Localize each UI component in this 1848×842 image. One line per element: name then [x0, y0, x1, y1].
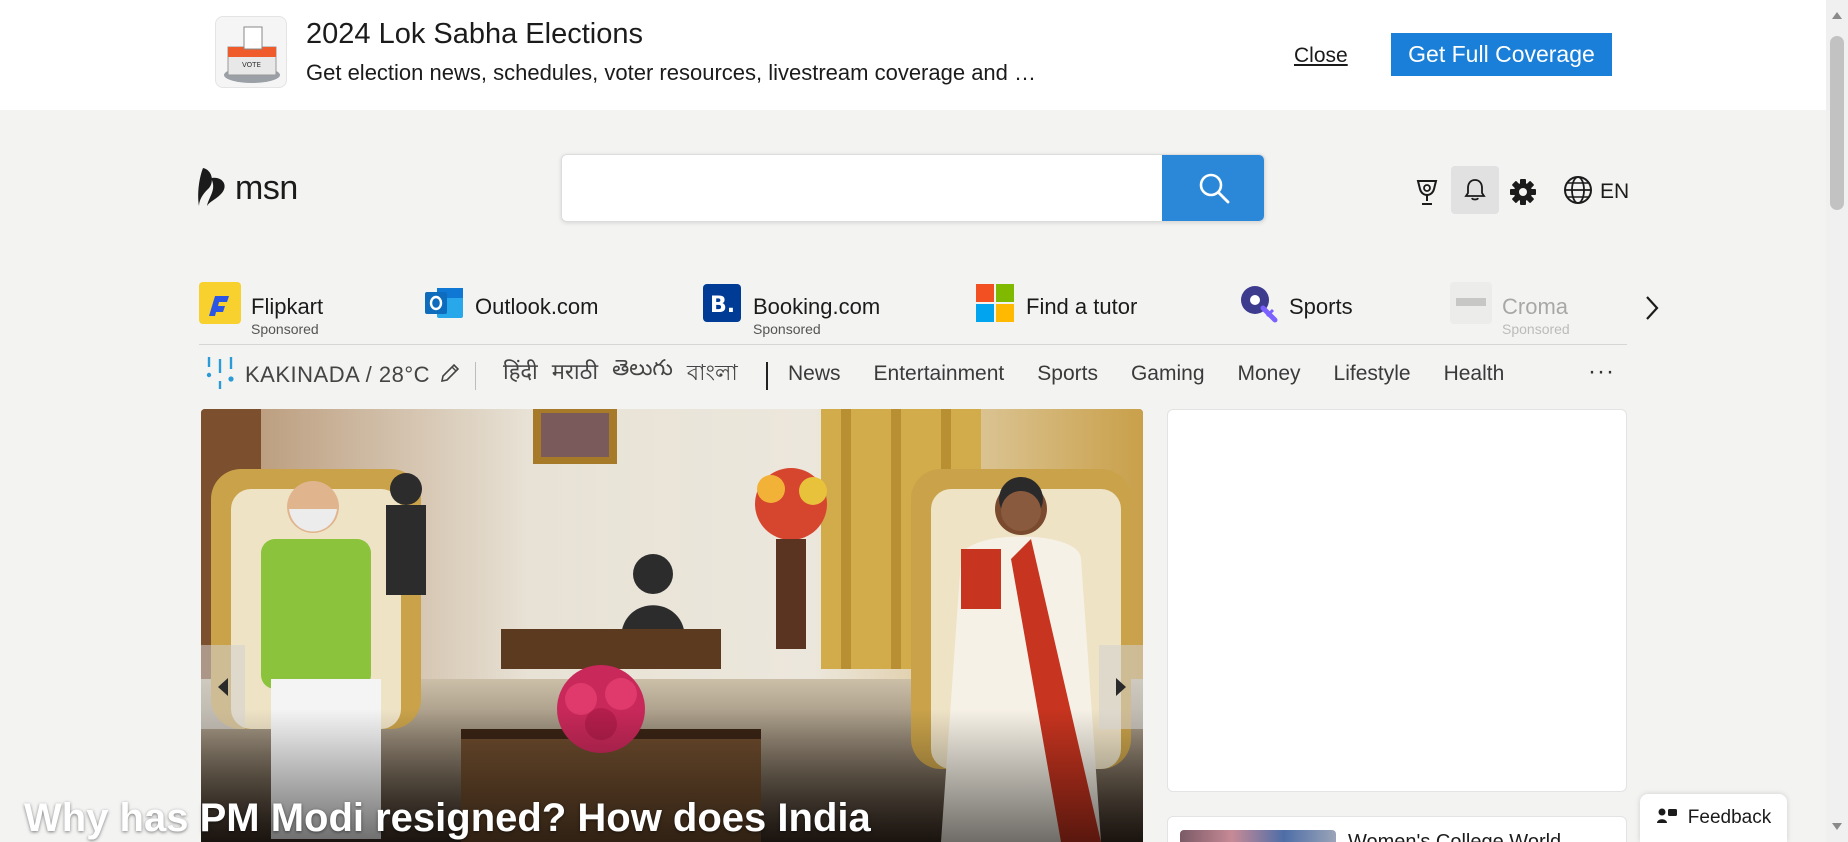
arrow-left-icon[interactable] [201, 645, 245, 729]
language-selector[interactable]: EN [1562, 172, 1629, 212]
croma-icon [1450, 282, 1492, 324]
nav-link-news[interactable]: News [788, 362, 841, 386]
pencil-icon[interactable] [438, 361, 462, 390]
quick-links-bar: Flipkart Sponsored Outlook.com B. Bookin… [199, 282, 1627, 340]
language-link-marathi[interactable]: मराठी [552, 356, 598, 393]
flipkart-icon [199, 282, 241, 324]
notifications-bell-icon[interactable] [1451, 166, 1499, 214]
category-nav: KAKINADA / 28°C हिंदी मराठी తెలుగు বাংলা… [199, 352, 1627, 398]
search-icon [1197, 171, 1231, 208]
search-input[interactable] [562, 155, 1162, 221]
banner-title: 2024 Lok Sabha Elections [306, 18, 643, 50]
get-full-coverage-button[interactable]: Get Full Coverage [1391, 33, 1612, 76]
divider [199, 344, 1627, 345]
microsoft-icon [974, 282, 1016, 324]
page-scrollbar[interactable] [1826, 0, 1848, 842]
nav-link-lifestyle[interactable]: Lifestyle [1334, 362, 1411, 386]
msn-butterfly-icon [197, 164, 229, 213]
ad-panel [1167, 409, 1627, 792]
sponsored-tag: Sponsored [753, 321, 821, 337]
news-card-title: Women's College World… [1348, 831, 1582, 842]
scroll-up-arrow-icon[interactable] [1832, 12, 1842, 19]
settings-gear-icon[interactable] [1503, 172, 1543, 212]
hero-image [201, 409, 1143, 842]
search-box [561, 154, 1265, 222]
quicklink-croma[interactable]: Croma Sponsored [1450, 282, 1570, 340]
outlook-icon [423, 282, 465, 324]
news-card[interactable]: Women's College World… [1167, 816, 1627, 842]
feedback-button[interactable]: Feedback [1640, 794, 1787, 842]
arrow-right-icon[interactable] [1099, 645, 1143, 729]
nav-link-money[interactable]: Money [1238, 362, 1301, 386]
svg-text:VOTE: VOTE [242, 61, 261, 69]
separator [766, 362, 768, 390]
election-banner: VOTE 2024 Lok Sabha Elections Get electi… [0, 0, 1826, 110]
rewards-trophy-icon[interactable] [1407, 172, 1447, 212]
ballot-box-icon: VOTE [215, 16, 287, 88]
msn-brand-text: msn [235, 168, 298, 207]
separator [475, 362, 476, 390]
nav-links: News Entertainment Sports Gaming Money L… [788, 362, 1537, 386]
nav-link-health[interactable]: Health [1444, 362, 1505, 386]
globe-icon [1562, 174, 1594, 211]
msn-logo[interactable]: msn [197, 164, 298, 212]
language-link-hindi[interactable]: हिंदी [503, 356, 538, 393]
scroll-down-arrow-icon[interactable] [1832, 823, 1842, 830]
quicklink-find-a-tutor[interactable]: Find a tutor [974, 282, 1137, 340]
feedback-label: Feedback [1687, 807, 1772, 828]
weather-widget[interactable]: KAKINADA / 28°C [203, 356, 462, 394]
banner-subtitle: Get election news, schedules, voter reso… [306, 60, 1037, 85]
quicklink-label: Croma [1502, 294, 1569, 319]
search-button[interactable] [1162, 155, 1264, 221]
language-link-bengali[interactable]: বাংলা [687, 356, 738, 393]
booking-icon: B. [701, 282, 743, 324]
quicklink-label: Sports [1289, 294, 1353, 319]
nav-link-entertainment[interactable]: Entertainment [874, 362, 1005, 386]
quicklink-label: Booking.com [753, 294, 881, 319]
feedback-icon [1656, 806, 1678, 831]
language-label: EN [1600, 180, 1630, 203]
quicklink-outlook[interactable]: Outlook.com [423, 282, 599, 340]
hero-headline[interactable]: Why has PM Modi resigned? How does India [24, 796, 871, 841]
quicklink-flipkart[interactable]: Flipkart Sponsored [199, 282, 323, 340]
sponsored-tag: Sponsored [251, 321, 319, 337]
quicklink-booking[interactable]: B. Booking.com Sponsored [701, 282, 880, 340]
sports-icon [1237, 282, 1279, 324]
quicklink-label: Flipkart [251, 294, 324, 319]
sponsored-tag: Sponsored [1502, 321, 1570, 337]
nav-link-sports[interactable]: Sports [1037, 362, 1098, 386]
scroll-thumb[interactable] [1830, 36, 1844, 210]
quicklink-label: Outlook.com [475, 294, 599, 319]
nav-link-gaming[interactable]: Gaming [1131, 362, 1205, 386]
quicklink-label: Find a tutor [1026, 294, 1138, 319]
hero-carousel[interactable] [201, 409, 1143, 842]
news-thumbnail [1180, 830, 1336, 842]
more-menu-button[interactable]: ··· [1588, 358, 1615, 386]
rain-icon [203, 355, 237, 396]
weather-location-temp: KAKINADA / 28°C [245, 362, 431, 387]
banner-close-link[interactable]: Close [1294, 44, 1348, 68]
language-link-telugu[interactable]: తెలుగు [612, 356, 673, 393]
regional-language-links: हिंदी मराठी తెలుగు বাংলা [503, 356, 738, 393]
quicklink-sports[interactable]: Sports [1237, 282, 1353, 340]
chevron-right-icon[interactable] [1636, 288, 1668, 328]
svg-text:B.: B. [710, 293, 735, 318]
